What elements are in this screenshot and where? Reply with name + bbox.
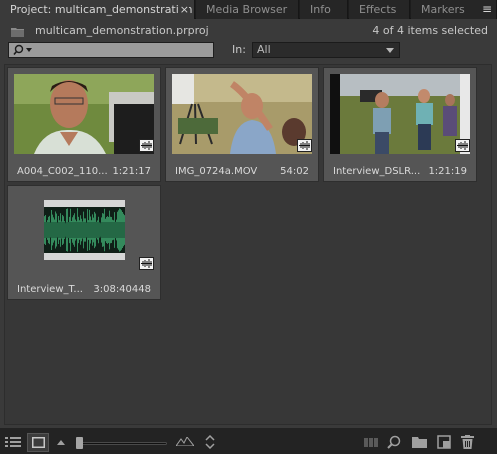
list-view-icon[interactable] (5, 436, 21, 448)
clip-thumbnail[interactable] (14, 74, 154, 154)
clip-tile[interactable]: Interview_T... 3:08:40448 (7, 185, 161, 300)
chevron-down-icon (386, 48, 394, 53)
zoom-in-icon[interactable] (176, 437, 194, 446)
project-folder-icon (11, 28, 24, 37)
clip-duration: 54:02 (280, 166, 309, 177)
audio-video-icon (297, 139, 312, 152)
search-icon[interactable] (13, 44, 35, 56)
find-icon[interactable] (387, 435, 401, 449)
zoom-out-icon[interactable] (57, 440, 65, 445)
zoom-slider-handle[interactable] (76, 437, 83, 449)
clip-name: Interview_DSLR... (333, 166, 421, 177)
icon-view-button[interactable] (27, 433, 49, 452)
new-item-icon[interactable] (437, 435, 451, 449)
tab-info[interactable]: Info (300, 0, 348, 19)
clip-thumbnail[interactable] (172, 74, 312, 154)
search-input[interactable] (37, 43, 207, 57)
tab-markers-label: Markers (421, 3, 465, 16)
waveform-core (44, 222, 125, 238)
clip-tile[interactable]: IMG_0724a.MOV 54:02 (165, 67, 319, 182)
clip-duration: 1:21:17 (112, 166, 151, 177)
clip-grid: A004_C002_110... 1:21:17 IMG_0724a.MOV 5… (4, 64, 492, 425)
clip-tile[interactable]: A004_C002_110... 1:21:17 (7, 67, 161, 182)
automate-to-sequence-icon[interactable] (364, 437, 379, 448)
tab-project[interactable]: Project: multicam_demonstration × (0, 0, 195, 19)
clip-name: A004_C002_110... (17, 166, 108, 177)
in-filter-dropdown[interactable]: All (252, 42, 400, 58)
tab-media-browser[interactable]: Media Browser (196, 0, 299, 19)
zoom-slider[interactable] (77, 442, 167, 445)
panel-tab-bar: Project: multicam_demonstration × Media … (0, 0, 497, 19)
panel-menu-icon[interactable]: ≡ (477, 0, 492, 19)
clip-duration: 3:08:40448 (93, 284, 151, 295)
in-filter-value: All (257, 43, 271, 56)
clip-duration: 1:21:19 (428, 166, 467, 177)
clip-thumbnail[interactable] (330, 74, 470, 154)
close-icon[interactable]: × (177, 0, 189, 19)
project-file-name: multicam_demonstration.prproj (35, 24, 209, 37)
audio-waveform-thumbnail[interactable] (44, 200, 125, 260)
new-bin-icon[interactable] (412, 436, 427, 448)
search-field[interactable] (8, 42, 214, 58)
trash-icon[interactable] (461, 435, 474, 449)
tab-media-browser-label: Media Browser (206, 3, 288, 16)
sort-icon[interactable] (205, 435, 215, 449)
tab-effects[interactable]: Effects (349, 0, 410, 19)
clip-name: IMG_0724a.MOV (175, 166, 258, 177)
icon-view-icon (32, 437, 45, 448)
in-filter-label: In: (232, 43, 246, 56)
audio-video-icon (139, 139, 154, 152)
tab-project-label: Project: multicam_demonstration (10, 3, 193, 16)
items-selected-count: 4 of 4 items selected (372, 24, 488, 37)
clip-tile[interactable]: Interview_DSLR... 1:21:19 (323, 67, 477, 182)
tab-effects-label: Effects (359, 3, 397, 16)
project-panel-toolbar (0, 431, 497, 454)
tab-info-label: Info (310, 3, 331, 16)
audio-icon (139, 257, 154, 270)
project-panel: multicam_demonstration.prproj 4 of 4 ite… (0, 19, 497, 428)
audio-video-icon (455, 139, 470, 152)
